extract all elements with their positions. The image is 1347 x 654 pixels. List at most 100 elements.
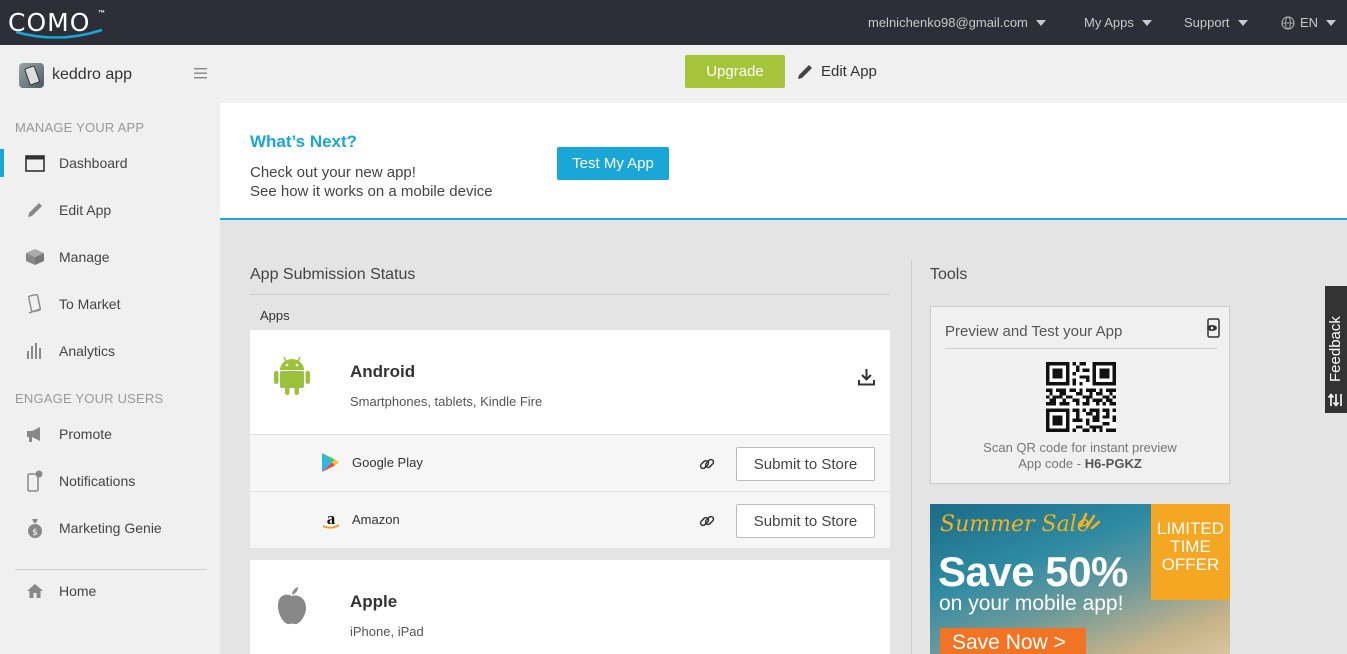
chevron-down-icon xyxy=(1237,19,1248,26)
promo-subtext: on your mobile app! xyxy=(939,592,1124,615)
sun-rays-icon xyxy=(1079,512,1100,530)
logo-trademark: ™ xyxy=(98,10,105,17)
hamburger-menu-icon[interactable] xyxy=(194,67,208,79)
badge-line: OFFER xyxy=(1161,555,1220,574)
sidebar-item-dashboard[interactable]: Dashboard xyxy=(0,145,220,181)
android-icon xyxy=(274,356,310,395)
account-menu[interactable]: melnichenko98@gmail.com xyxy=(868,0,1046,45)
svg-text:a: a xyxy=(327,509,336,528)
scan-instructions: Scan QR code for instant preview xyxy=(983,440,1177,455)
bar-chart-icon xyxy=(25,341,45,361)
pencil-icon xyxy=(25,200,45,220)
banner-line-2: See how it works on a mobile device xyxy=(250,183,493,200)
link-icon[interactable] xyxy=(699,513,715,529)
language-menu[interactable]: EN xyxy=(1281,0,1337,45)
notification-phone-icon xyxy=(25,470,45,492)
badge-line: LIMITED xyxy=(1156,519,1225,538)
sort-arrows-icon xyxy=(1328,393,1342,407)
sidebar-item-label: Dashboard xyxy=(59,155,128,171)
section-engage-title: ENGAGE YOUR USERS xyxy=(15,391,164,406)
whats-next-banner: What’s Next? Check out your new app! See… xyxy=(220,103,1347,220)
logo-swoosh-icon xyxy=(15,28,103,39)
submit-to-store-button[interactable]: Submit to Store xyxy=(736,504,875,538)
sidebar-item-edit-app[interactable]: Edit App xyxy=(0,192,220,228)
sidebar-item-marketing-genie[interactable]: $ Marketing Genie xyxy=(0,510,220,546)
promo-summer-sale: Summer Sale xyxy=(940,512,1090,537)
apple-title: Apple xyxy=(350,592,398,611)
sidebar-item-notifications[interactable]: Notifications xyxy=(0,463,220,499)
toolbar: Upgrade Edit App xyxy=(220,45,1347,103)
app-name: keddro app xyxy=(52,66,133,83)
sidebar-item-label: Notifications xyxy=(59,473,136,489)
my-apps-label: My Apps xyxy=(1084,15,1134,30)
feedback-tab[interactable]: Feedback xyxy=(1325,286,1347,413)
top-bar: COMO ™ melnichenko98@gmail.com My Apps S… xyxy=(0,0,1347,45)
android-card: Android Smartphones, tablets, Kindle Fir… xyxy=(250,330,890,435)
app-phone-icon xyxy=(24,65,40,85)
test-my-app-button[interactable]: Test My App xyxy=(557,147,669,180)
tools-title: Tools xyxy=(930,266,968,283)
store-name: Google Play xyxy=(352,455,423,470)
sidebar-item-label: Analytics xyxy=(59,343,116,359)
app-code: H6-PGKZ xyxy=(1084,456,1142,471)
sidebar: keddro app MANAGE YOUR APP Dashboard Edi… xyxy=(0,45,220,654)
phone-preview-icon[interactable] xyxy=(1205,318,1221,338)
summer-sale-banner[interactable]: Summer Sale Save 50% on your mobile app!… xyxy=(930,504,1230,654)
store-name: Amazon xyxy=(352,512,400,527)
dashboard-icon xyxy=(25,153,45,173)
google-play-icon xyxy=(322,453,339,472)
submission-status-title: App Submission Status xyxy=(250,266,416,283)
app-code-prefix: App code - xyxy=(1018,456,1082,471)
my-apps-menu[interactable]: My Apps xyxy=(1084,0,1152,45)
apple-card: Apple iPhone, iPad xyxy=(250,560,890,654)
preview-divider xyxy=(945,348,1217,349)
app-avatar xyxy=(19,62,44,88)
submission-divider xyxy=(250,294,890,295)
store-row-amazon: a Amazon Submit to Store xyxy=(250,491,890,548)
chevron-down-icon xyxy=(1326,19,1337,26)
save-now-button[interactable]: Save Now > xyxy=(940,628,1086,654)
apple-subtitle: iPhone, iPad xyxy=(350,624,424,639)
limited-offer-badge: LIMITED TIME OFFER xyxy=(1151,504,1230,600)
store-row-google-play: Google Play Submit to Store xyxy=(250,434,890,491)
app-switcher[interactable]: keddro app xyxy=(19,61,214,89)
sidebar-item-analytics[interactable]: Analytics xyxy=(0,333,220,369)
edit-app-link[interactable]: Edit App xyxy=(796,55,877,88)
sidebar-item-label: Manage xyxy=(59,249,110,265)
sidebar-item-label: Promote xyxy=(59,426,112,442)
sidebar-item-home[interactable]: Home xyxy=(0,573,220,609)
sidebar-item-manage[interactable]: Manage xyxy=(0,239,220,275)
section-manage-title: MANAGE YOUR APP xyxy=(15,120,145,135)
link-icon[interactable] xyxy=(699,456,715,472)
megaphone-icon xyxy=(25,424,45,444)
upgrade-button[interactable]: Upgrade xyxy=(685,55,785,88)
apple-icon xyxy=(278,587,306,625)
svg-text:$: $ xyxy=(32,528,38,538)
badge-line: TIME xyxy=(1170,537,1211,556)
promo-save-text: Save 50% xyxy=(938,548,1128,595)
android-subtitle: Smartphones, tablets, Kindle Fire xyxy=(350,394,543,409)
globe-icon xyxy=(1281,15,1295,30)
sidebar-item-label: To Market xyxy=(59,296,121,312)
preview-card: Preview and Test your App Scan QR code f… xyxy=(930,306,1230,484)
support-menu[interactable]: Support xyxy=(1184,0,1248,45)
phone-market-icon xyxy=(25,293,45,314)
sidebar-item-to-market[interactable]: To Market xyxy=(0,286,220,322)
column-divider xyxy=(911,260,912,654)
app-code-line: App code - H6-PGKZ xyxy=(931,456,1229,471)
support-label: Support xyxy=(1184,15,1230,30)
home-icon xyxy=(25,581,45,601)
account-email: melnichenko98@gmail.com xyxy=(868,15,1028,30)
preview-title: Preview and Test your App xyxy=(945,323,1123,340)
money-bag-icon: $ xyxy=(25,518,45,538)
sidebar-item-promote[interactable]: Promote xyxy=(0,416,220,452)
language-label: EN xyxy=(1300,15,1319,30)
banner-title: What’s Next? xyxy=(250,132,358,151)
feedback-label: Feedback xyxy=(1327,316,1344,382)
sidebar-divider xyxy=(15,569,207,570)
sidebar-item-label: Home xyxy=(59,583,97,599)
submit-to-store-button[interactable]: Submit to Store xyxy=(736,447,875,481)
pencil-icon xyxy=(798,64,812,79)
chevron-down-icon xyxy=(1035,19,1046,26)
download-icon[interactable] xyxy=(858,368,875,386)
